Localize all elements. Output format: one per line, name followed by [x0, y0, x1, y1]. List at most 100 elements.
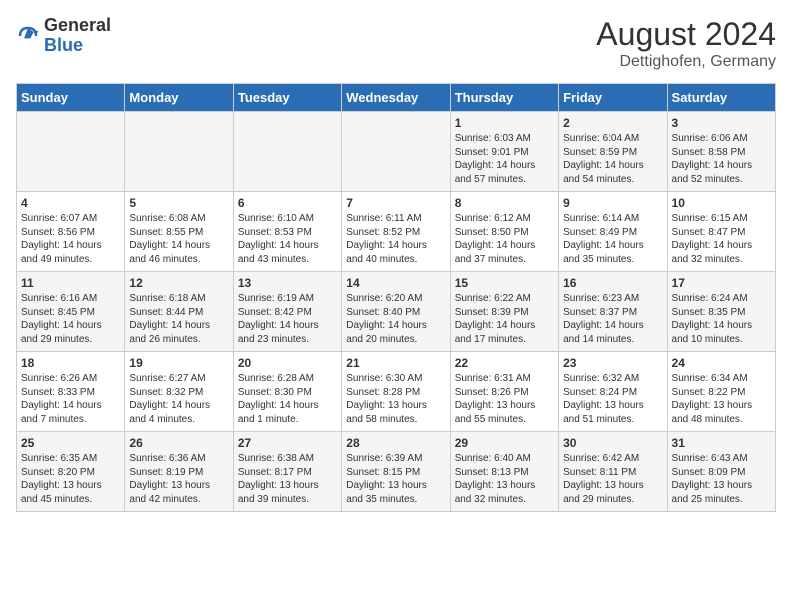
- title-block: August 2024 Dettighofen, Germany: [596, 16, 776, 71]
- day-cell: 14Sunrise: 6:20 AM Sunset: 8:40 PM Dayli…: [342, 272, 450, 352]
- day-cell: 24 Sunrise: 6:34 AM Sunset: 8:22 PM Dayli…: [667, 352, 775, 432]
- day-info: Sunrise: 6:06 AM Sunset: 8:58 PM Dayligh…: [672, 132, 771, 186]
- day-info: Sunrise: 6:36 AM Sunset: 8:19 PM Dayligh…: [129, 452, 228, 506]
- day-info: Sunrise: 6:22 AM Sunset: 8:39 PM Dayligh…: [455, 292, 554, 346]
- day-number: 1: [455, 116, 554, 130]
- day-number: 28: [346, 436, 445, 450]
- day-info: Sunrise: 6:34 AM Sunset: 8:22 PM Dayligh…: [672, 372, 771, 426]
- day-cell: 6 Sunrise: 6:10 AM Sunset: 8:53 PM Daylig…: [233, 192, 341, 272]
- day-info: Sunrise: 6:24 AM Sunset: 8:35 PM Dayligh…: [672, 292, 771, 346]
- location-subtitle: Dettighofen, Germany: [596, 53, 776, 71]
- day-cell: 4Sunrise: 6:07 AM Sunset: 8:56 PM Daylig…: [17, 192, 125, 272]
- day-info: Sunrise: 6:42 AM Sunset: 8:11 PM Dayligh…: [563, 452, 662, 506]
- day-cell: 10 Sunrise: 6:15 AM Sunset: 8:47 PM Dayli…: [667, 192, 775, 272]
- day-number: 20: [238, 356, 337, 370]
- page-header: General Blue August 2024 Dettighofen, Ge…: [16, 16, 776, 71]
- day-cell: 15Sunrise: 6:22 AM Sunset: 8:39 PM Dayli…: [450, 272, 558, 352]
- month-year-title: August 2024: [596, 16, 776, 53]
- day-cell: 19 Sunrise: 6:27 AM Sunset: 8:32 PM Dayli…: [125, 352, 233, 432]
- day-number: 22: [455, 356, 554, 370]
- col-header-sunday: Sunday: [17, 84, 125, 112]
- day-cell: 11 Sunrise: 6:16 AM Sunset: 8:45 PM Dayli…: [17, 272, 125, 352]
- logo: General Blue: [16, 16, 111, 56]
- logo-blue-text: Blue: [44, 36, 111, 56]
- day-cell: 27 Sunrise: 6:38 AM Sunset: 8:17 PM Dayli…: [233, 432, 341, 512]
- week-row-1: 1 Sunrise: 6:03 AM Sunset: 9:01 PM Daylig…: [17, 112, 776, 192]
- day-number: 12: [129, 276, 228, 290]
- day-info: Sunrise: 6:03 AM Sunset: 9:01 PM Dayligh…: [455, 132, 554, 186]
- day-cell: [342, 112, 450, 192]
- day-number: 19: [129, 356, 228, 370]
- day-info: Sunrise: 6:35 AM Sunset: 8:20 PM Dayligh…: [21, 452, 120, 506]
- week-row-4: 18Sunrise: 6:26 AM Sunset: 8:33 PM Dayli…: [17, 352, 776, 432]
- day-number: 7: [346, 196, 445, 210]
- day-number: 18: [21, 356, 120, 370]
- day-cell: [125, 112, 233, 192]
- day-cell: 16 Sunrise: 6:23 AM Sunset: 8:37 PM Dayli…: [559, 272, 667, 352]
- day-info: Sunrise: 6:15 AM Sunset: 8:47 PM Dayligh…: [672, 212, 771, 266]
- day-info: Sunrise: 6:27 AM Sunset: 8:32 PM Dayligh…: [129, 372, 228, 426]
- col-header-friday: Friday: [559, 84, 667, 112]
- day-number: 5: [129, 196, 228, 210]
- day-cell: 26 Sunrise: 6:36 AM Sunset: 8:19 PM Dayli…: [125, 432, 233, 512]
- day-info: Sunrise: 6:10 AM Sunset: 8:53 PM Dayligh…: [238, 212, 337, 266]
- day-cell: [17, 112, 125, 192]
- day-cell: 25 Sunrise: 6:35 AM Sunset: 8:20 PM Dayli…: [17, 432, 125, 512]
- col-header-wednesday: Wednesday: [342, 84, 450, 112]
- day-info: Sunrise: 6:38 AM Sunset: 8:17 PM Dayligh…: [238, 452, 337, 506]
- day-cell: 1 Sunrise: 6:03 AM Sunset: 9:01 PM Daylig…: [450, 112, 558, 192]
- day-info: Sunrise: 6:12 AM Sunset: 8:50 PM Dayligh…: [455, 212, 554, 266]
- day-number: 23: [563, 356, 662, 370]
- day-cell: 31 Sunrise: 6:43 AM Sunset: 8:09 PM Dayli…: [667, 432, 775, 512]
- day-number: 29: [455, 436, 554, 450]
- day-number: 3: [672, 116, 771, 130]
- day-info: Sunrise: 6:19 AM Sunset: 8:42 PM Dayligh…: [238, 292, 337, 346]
- day-cell: 17 Sunrise: 6:24 AM Sunset: 8:35 PM Dayli…: [667, 272, 775, 352]
- day-info: Sunrise: 6:32 AM Sunset: 8:24 PM Dayligh…: [563, 372, 662, 426]
- day-number: 27: [238, 436, 337, 450]
- day-number: 31: [672, 436, 771, 450]
- day-number: 26: [129, 436, 228, 450]
- day-info: Sunrise: 6:39 AM Sunset: 8:15 PM Dayligh…: [346, 452, 445, 506]
- day-number: 8: [455, 196, 554, 210]
- day-number: 6: [238, 196, 337, 210]
- day-number: 11: [21, 276, 120, 290]
- day-info: Sunrise: 6:11 AM Sunset: 8:52 PM Dayligh…: [346, 212, 445, 266]
- day-cell: 28 Sunrise: 6:39 AM Sunset: 8:15 PM Dayli…: [342, 432, 450, 512]
- day-cell: 3 Sunrise: 6:06 AM Sunset: 8:58 PM Daylig…: [667, 112, 775, 192]
- day-cell: 21 Sunrise: 6:30 AM Sunset: 8:28 PM Dayli…: [342, 352, 450, 432]
- col-header-monday: Monday: [125, 84, 233, 112]
- day-info: Sunrise: 6:40 AM Sunset: 8:13 PM Dayligh…: [455, 452, 554, 506]
- day-cell: 20Sunrise: 6:28 AM Sunset: 8:30 PM Dayli…: [233, 352, 341, 432]
- day-number: 16: [563, 276, 662, 290]
- day-info: Sunrise: 6:08 AM Sunset: 8:55 PM Dayligh…: [129, 212, 228, 266]
- day-number: 21: [346, 356, 445, 370]
- calendar-table: SundayMondayTuesdayWednesdayThursdayFrid…: [16, 83, 776, 512]
- day-cell: 29 Sunrise: 6:40 AM Sunset: 8:13 PM Dayli…: [450, 432, 558, 512]
- col-header-thursday: Thursday: [450, 84, 558, 112]
- day-info: Sunrise: 6:18 AM Sunset: 8:44 PM Dayligh…: [129, 292, 228, 346]
- header-row: SundayMondayTuesdayWednesdayThursdayFrid…: [17, 84, 776, 112]
- logo-general-text: General: [44, 16, 111, 36]
- day-cell: 7 Sunrise: 6:11 AM Sunset: 8:52 PM Daylig…: [342, 192, 450, 272]
- day-number: 25: [21, 436, 120, 450]
- day-info: Sunrise: 6:04 AM Sunset: 8:59 PM Dayligh…: [563, 132, 662, 186]
- day-info: Sunrise: 6:14 AM Sunset: 8:49 PM Dayligh…: [563, 212, 662, 266]
- day-number: 17: [672, 276, 771, 290]
- col-header-tuesday: Tuesday: [233, 84, 341, 112]
- day-number: 9: [563, 196, 662, 210]
- day-info: Sunrise: 6:30 AM Sunset: 8:28 PM Dayligh…: [346, 372, 445, 426]
- day-cell: 22Sunrise: 6:31 AM Sunset: 8:26 PM Dayli…: [450, 352, 558, 432]
- day-cell: 13Sunrise: 6:19 AM Sunset: 8:42 PM Dayli…: [233, 272, 341, 352]
- day-info: Sunrise: 6:43 AM Sunset: 8:09 PM Dayligh…: [672, 452, 771, 506]
- day-info: Sunrise: 6:16 AM Sunset: 8:45 PM Dayligh…: [21, 292, 120, 346]
- day-number: 4: [21, 196, 120, 210]
- day-number: 2: [563, 116, 662, 130]
- day-number: 10: [672, 196, 771, 210]
- day-cell: 23 Sunrise: 6:32 AM Sunset: 8:24 PM Dayli…: [559, 352, 667, 432]
- col-header-saturday: Saturday: [667, 84, 775, 112]
- day-cell: [233, 112, 341, 192]
- day-info: Sunrise: 6:23 AM Sunset: 8:37 PM Dayligh…: [563, 292, 662, 346]
- day-number: 24: [672, 356, 771, 370]
- day-number: 14: [346, 276, 445, 290]
